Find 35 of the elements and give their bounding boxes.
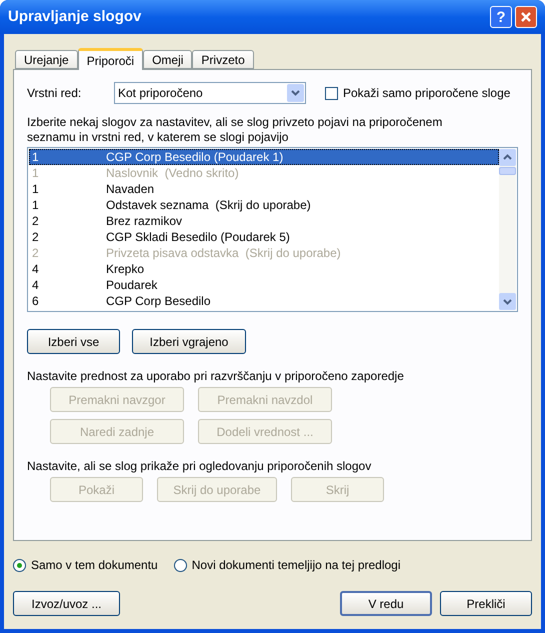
style-row[interactable]: 4 Poudarek	[29, 277, 499, 293]
tab[interactable]: Omeji	[143, 50, 192, 69]
style-row[interactable]: 1 Odstavek seznama (Skrij do uporabe)	[29, 197, 499, 213]
scroll-thumb[interactable]	[499, 167, 516, 175]
style-row[interactable]: 6 CGP Corp Besedilo	[29, 293, 499, 309]
checkbox[interactable]	[325, 86, 338, 100]
order-dropdown[interactable]: Kot priporočeno	[114, 82, 306, 104]
dialog-button[interactable]: V redu	[340, 591, 432, 616]
style-row[interactable]: 2 Brez razmikov	[29, 213, 499, 229]
section-label: Nastavite prednost za uporabo pri razvrščanju v priporočeno zaporedje	[27, 368, 405, 384]
checkbox-label: Pokaži samo priporočene sloge	[343, 85, 510, 102]
scroll-up-icon[interactable]	[499, 149, 516, 166]
radio-label: Samo v tem dokumentu	[31, 557, 158, 574]
scroll-down-icon[interactable]	[499, 293, 516, 310]
window-title: Upravljanje slogov	[8, 6, 142, 27]
dialog-button[interactable]: Izvoz/uvoz ...	[13, 591, 120, 616]
style-row[interactable]: 1 CGP Corp Besedilo (Poudarek 1)	[29, 149, 499, 165]
instructions-text: Izberite nekaj slogov za nastavitev, ali se slog privzeto pojavi na priporočenem seznamu in vrstni red, v katerem se slogi pojavijo	[27, 115, 444, 145]
scrollbar[interactable]	[499, 149, 516, 310]
help-button[interactable]: ?	[490, 6, 512, 28]
tab[interactable]: Urejanje	[15, 50, 78, 69]
dialog-button[interactable]: Prekliči	[440, 591, 532, 616]
dialog-button[interactable]: Izberi vse	[27, 329, 120, 354]
style-row[interactable]: 4 Krepko	[29, 261, 499, 277]
style-row[interactable]: 1 Navaden	[29, 181, 499, 197]
radio-button[interactable]	[13, 558, 26, 572]
close-icon[interactable]	[515, 6, 537, 28]
style-row[interactable]: 2 CGP Skladi Besedilo (Poudarek 5)	[29, 229, 499, 245]
dialog-button[interactable]: Izberi vgrajeno	[132, 329, 246, 354]
order-label: Vrstni red:	[27, 85, 82, 102]
tab[interactable]: Priporoči	[78, 48, 144, 70]
radio-label: Novi dokumenti temeljijo na tej predlogi	[192, 557, 401, 574]
tab[interactable]: Privzeto	[192, 50, 254, 69]
radio-button[interactable]	[174, 558, 187, 572]
section-label: Nastavite, ali se slog prikaže pri ogledovanju priporočenih slogov	[27, 458, 372, 474]
